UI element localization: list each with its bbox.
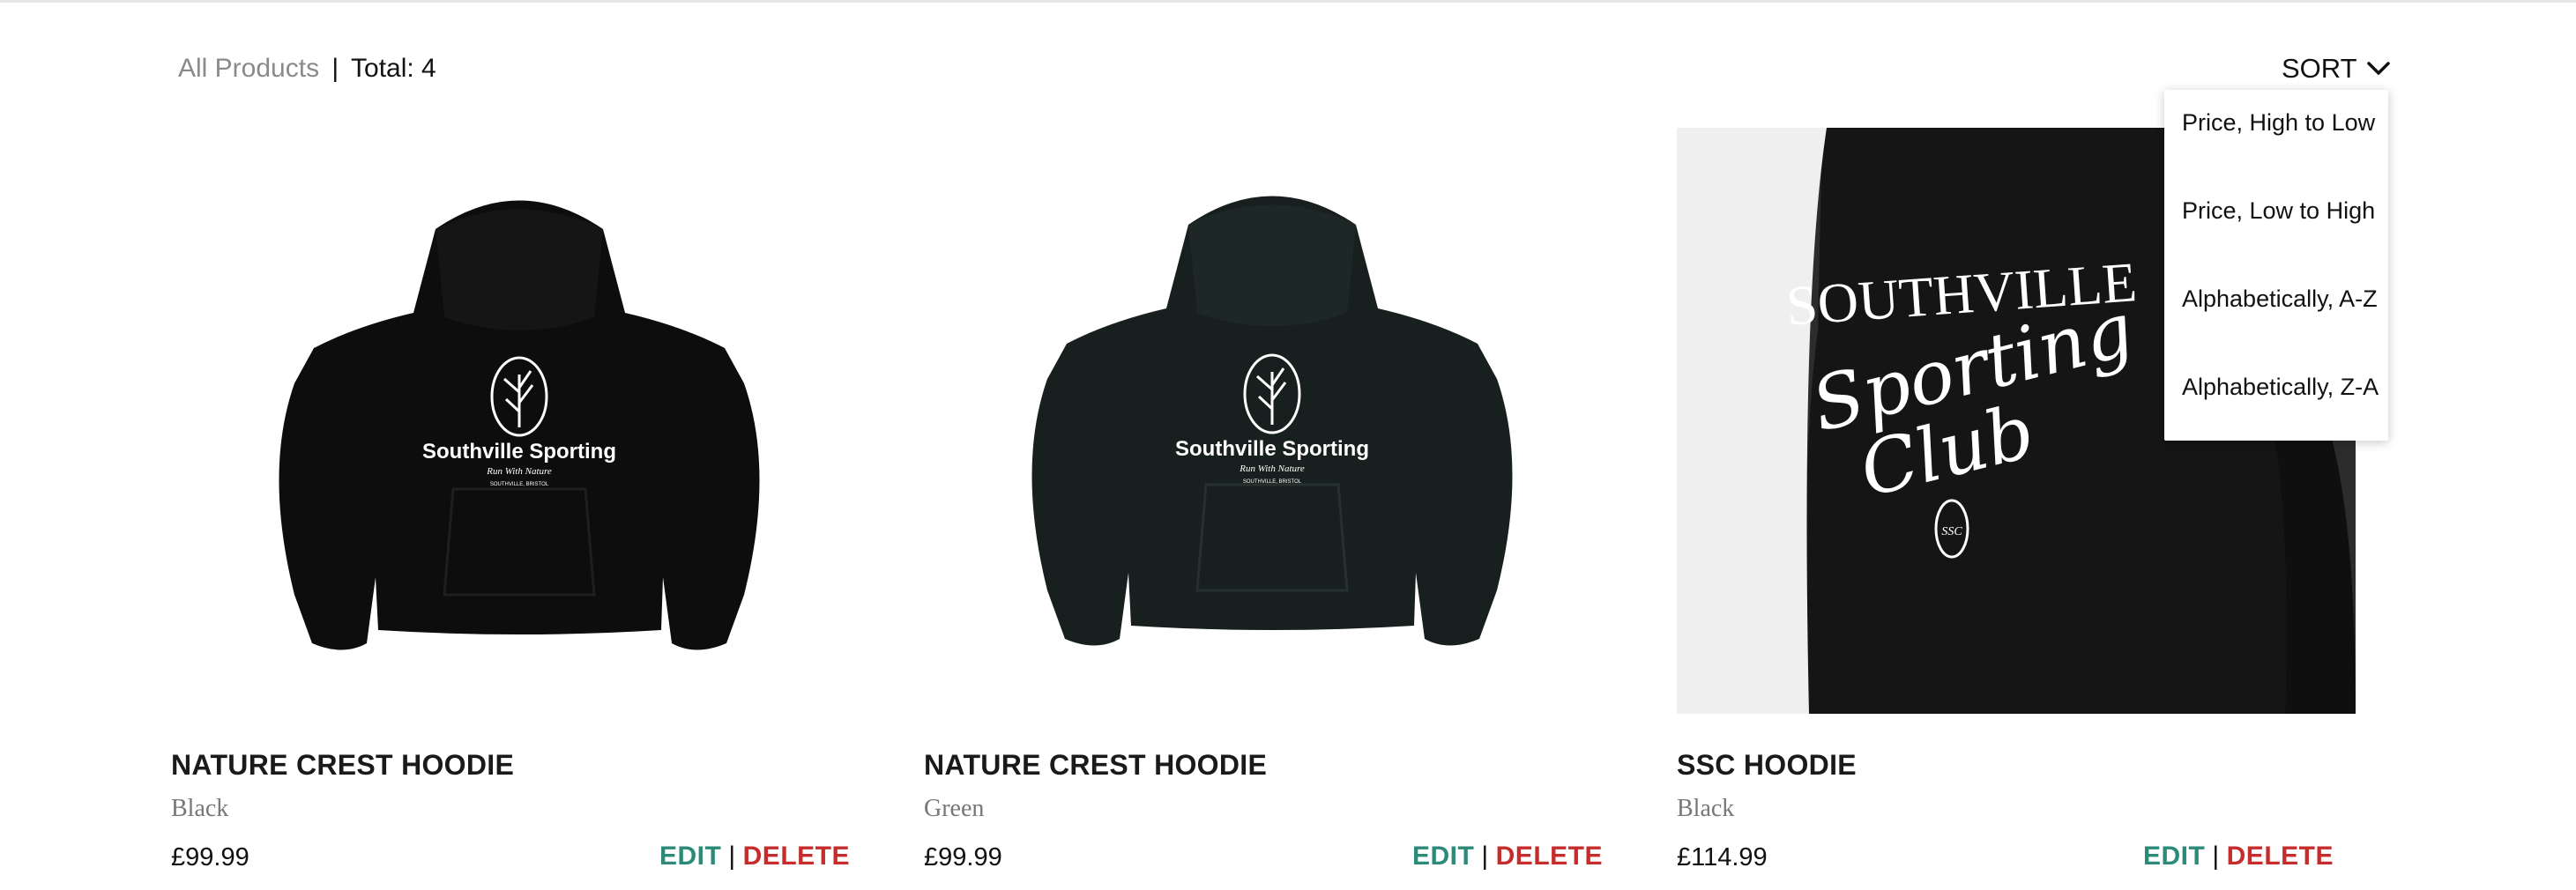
chevron-down-icon (2366, 62, 2390, 75)
product-actions: EDIT | DELETE (2143, 842, 2334, 871)
product-price: £99.99 (171, 843, 249, 871)
delete-button[interactable]: DELETE (743, 842, 850, 871)
actions-separator: | (728, 842, 736, 871)
product-price: £99.99 (924, 843, 1002, 871)
product-color: Black (171, 795, 229, 822)
listing-header: All Products | Total: 4 (178, 51, 436, 86)
edit-button[interactable]: EDIT (1412, 842, 1474, 871)
product-card: Southville Sporting Run With Nature SOUT… (171, 128, 850, 871)
edit-button[interactable]: EDIT (659, 842, 721, 871)
print-badge-text: SSC (1941, 525, 1962, 538)
sort-option-alpha-a-z[interactable]: Alphabetically, A-Z (2182, 284, 2378, 314)
top-divider (0, 0, 2576, 3)
product-name[interactable]: SSC HOODIE (1677, 749, 1857, 782)
header-separator: | (331, 54, 339, 83)
delete-button[interactable]: DELETE (2227, 842, 2334, 871)
sort-label: SORT (2282, 53, 2357, 84)
product-color: Black (1677, 795, 1735, 822)
product-price: £114.99 (1677, 843, 1768, 871)
print-main-text: Southville Sporting (422, 440, 616, 464)
sort-button[interactable]: SORT (2282, 51, 2391, 86)
breadcrumb-all-products[interactable]: All Products (178, 54, 319, 83)
product-card: Southville Sporting Run With Nature SOUT… (924, 128, 1603, 871)
sort-dropdown-menu: Price, High to Low Price, Low to High Al… (2164, 90, 2388, 441)
actions-separator: | (1481, 842, 1489, 871)
delete-button[interactable]: DELETE (1496, 842, 1603, 871)
edit-button[interactable]: EDIT (2143, 842, 2205, 871)
hoodie-front-image: Southville Sporting Run With Nature SOUT… (1031, 196, 1513, 646)
print-script-text: Run With Nature (1239, 464, 1305, 474)
print-small-text: SOUTHVILLE, BRISTOL (490, 482, 549, 487)
product-image[interactable]: Southville Sporting Run With Nature SOUT… (171, 128, 850, 714)
sort-option-price-low-high[interactable]: Price, Low to High (2182, 196, 2375, 226)
product-actions: EDIT | DELETE (659, 842, 850, 871)
product-name[interactable]: NATURE CREST HOODIE (924, 749, 1267, 782)
print-main-text: Southville Sporting (1175, 437, 1369, 461)
sort-option-price-high-low[interactable]: Price, High to Low (2182, 108, 2375, 137)
product-color: Green (924, 795, 985, 822)
print-script-text: Run With Nature (486, 466, 552, 477)
print-small-text: SOUTHVILLE, BRISTOL (1243, 479, 1302, 485)
sort-option-alpha-z-a[interactable]: Alphabetically, Z-A (2182, 372, 2379, 402)
product-total-count: Total: 4 (351, 54, 436, 83)
product-name[interactable]: NATURE CREST HOODIE (171, 749, 514, 782)
product-actions: EDIT | DELETE (1412, 842, 1603, 871)
hoodie-front-image: Southville Sporting Run With Nature SOUT… (279, 200, 760, 650)
actions-separator: | (2212, 842, 2220, 871)
product-image[interactable]: Southville Sporting Run With Nature SOUT… (924, 128, 1603, 714)
